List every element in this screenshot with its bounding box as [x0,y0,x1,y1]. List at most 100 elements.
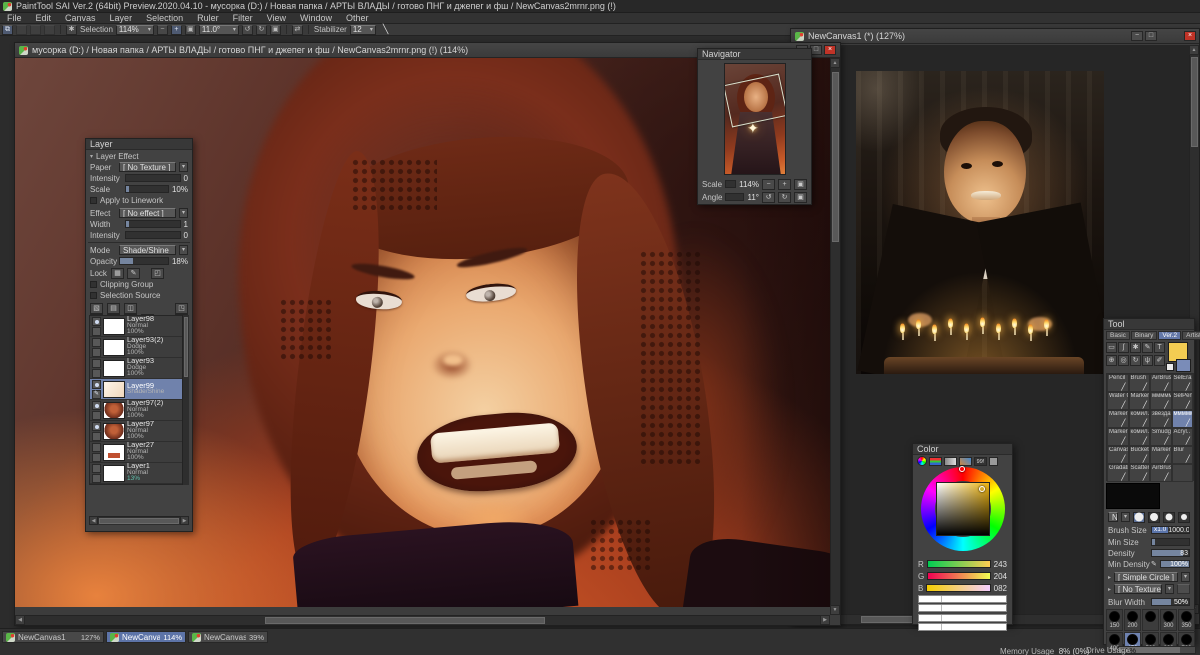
mixer-swatch-bar[interactable] [918,594,1007,603]
text-tool[interactable]: T [1154,342,1165,353]
visibility-eye-icon[interactable] [92,337,101,347]
brush-brush[interactable]: Brush ╱ [1128,374,1150,392]
color-wheel-icon[interactable] [917,456,927,466]
size-preset-250[interactable] [1142,609,1159,631]
mixer-swatch-bar[interactable] [918,613,1007,622]
lock-position-icon[interactable]: ◰ [151,267,164,279]
effect-select[interactable]: [ No effect ] [119,208,176,218]
mixer-swatch-bar[interactable] [918,604,1007,612]
brush-custom4-selected[interactable]: ммммм..╱ [1171,410,1193,428]
secondary-color-swatch[interactable] [1166,363,1174,371]
panel-option-button[interactable]: ◳ [175,302,188,314]
layer-thumbnail[interactable] [103,422,125,440]
nav-zoom-out-button[interactable]: − [762,178,775,190]
layer-row-layer1[interactable]: Layer1 Normal 13% [90,463,188,484]
layer-thumbnail[interactable] [103,359,125,377]
angle-reset-button[interactable]: ▣ [269,24,281,35]
size-preset-300[interactable]: 300 [1160,609,1177,631]
brush-scatter[interactable]: Scatter ╱ [1128,464,1150,482]
tool-tab-ver2[interactable]: Ver.2 [1158,331,1182,340]
mixer-swatch-bar[interactable] [918,623,1007,631]
layer-row-layer97[interactable]: Layer97 Normal 100% [90,421,188,442]
menu-ruler[interactable]: Ruler [190,13,226,24]
menu-other[interactable]: Other [339,13,376,24]
paper-select[interactable]: [ No Texture ] [119,162,176,172]
brush-custom2[interactable]: комил.. ╱ [1128,410,1150,428]
selection-mode-icon[interactable]: ✱ [66,24,77,35]
visibility-eye-icon[interactable] [92,358,101,368]
zoom-in-button[interactable]: + [170,24,182,35]
move-tool[interactable]: ⊕ [1106,355,1117,366]
zoom-tool[interactable]: ◎ [1118,355,1129,366]
layer-thumbnail[interactable] [103,464,125,482]
undo-button[interactable]: ⧉ [2,24,13,35]
brush-marker4[interactable]: Marker ╱ [1150,446,1172,464]
tertiary-color-swatch[interactable] [1176,359,1191,372]
menu-window[interactable]: Window [293,13,339,24]
b-slider[interactable] [926,584,991,592]
rotate-tool[interactable]: ↻ [1130,355,1141,366]
paint-mode-dropdown-icon[interactable]: ▾ [1121,512,1130,522]
brush-custom1[interactable]: ммммм..╱ [1150,392,1172,410]
clipping-group-checkbox[interactable] [90,280,97,288]
hsv-sliders-icon[interactable] [944,456,957,466]
hand-tool[interactable]: ψ [1142,355,1153,366]
navigator-title[interactable]: Navigator [698,49,811,60]
rotate-ccw-button[interactable]: ↺ [241,24,253,35]
minimize-button[interactable]: − [1131,31,1143,41]
texture-dropdown-icon[interactable]: ▾ [1165,584,1174,594]
brush-selera[interactable]: SelEra ╱ [1171,374,1193,392]
nav-rotate-ccw-button[interactable]: ↺ [762,191,775,203]
layer-row-layer93[interactable]: Layer93 Dodge 100% [90,358,188,379]
brush-marker1[interactable]: Marker ╱ [1128,392,1150,410]
density-slider[interactable]: 83 [1151,549,1190,557]
brush-watercolor[interactable]: Water Color╱ [1107,392,1129,410]
size-preset-150[interactable]: 150 [1106,609,1123,631]
layer-panel-title[interactable]: Layer [86,139,192,150]
blur-width-slider[interactable]: 50% [1151,598,1190,606]
angle-select[interactable]: 11.0° ▾ [198,24,239,35]
brush-blur[interactable]: Blur ╱ [1171,446,1193,464]
brush-texture-select[interactable]: [ No Texture ] [1114,584,1162,594]
eyedropper-tool[interactable]: ✐ [1154,355,1165,366]
new-layer-button[interactable]: ▧ [90,302,103,314]
nav-scale-slider[interactable] [725,180,737,188]
size-preset-350[interactable]: 350 [1178,609,1195,631]
tool-tab-artistic[interactable]: Artistic [1182,331,1200,340]
left-window-vscrollbar[interactable]: ▲ ▼ [830,58,840,615]
g-slider[interactable] [927,572,991,580]
shape-dropdown-icon[interactable]: ▾ [1181,572,1190,582]
visibility-eye-icon[interactable] [92,421,101,431]
layer-effect-section[interactable]: Layer Effect [96,152,139,161]
stabilizer-select[interactable]: 12 ▾ [349,24,376,35]
min-size-slider[interactable] [1151,538,1190,546]
magic-wand-tool[interactable]: ✱ [1130,342,1141,353]
rgb-sliders-icon[interactable] [929,456,942,466]
brush-tip-2[interactable] [1148,511,1160,523]
brush-selpen[interactable]: SelPen ╱ [1171,392,1193,410]
opacity-slider[interactable] [119,257,169,265]
hue-marker[interactable] [959,466,965,472]
navigator-view-rect[interactable] [725,73,785,128]
close-button[interactable]: × [1184,31,1196,41]
color-mixer-icon[interactable] [959,456,972,466]
brush-airbrush2[interactable]: AirBrush╱ [1150,464,1172,482]
layer-row-layer99-selected[interactable]: ✎ Layer99 Shade/Shine [90,379,188,400]
visibility-eye-icon[interactable] [92,442,101,452]
cut-button[interactable] [30,24,41,35]
brush-acryl[interactable]: Acryl.. ╱ [1171,428,1193,446]
menu-file[interactable]: File [0,13,29,24]
select-pen-tool[interactable]: ✎ [1142,342,1153,353]
brush-airbrush[interactable]: AirBrush╱ [1150,374,1172,392]
selection-source-checkbox[interactable] [90,291,97,299]
effect-dropdown-icon[interactable]: ▾ [179,208,188,218]
lock-pen-icon[interactable]: ✎ [127,267,140,279]
brush-size-slider[interactable]: x1.0 1000.0 [1151,526,1190,534]
menu-selection[interactable]: Selection [139,13,190,24]
intensity2-slider[interactable] [125,231,181,239]
rotate-cw-button[interactable]: ↻ [255,24,267,35]
visibility-eye-icon[interactable] [92,379,101,389]
size-unit-chip[interactable]: x1.0 [1152,527,1169,533]
left-window-hscrollbar[interactable]: ◀ ▶ [15,615,830,625]
menu-view[interactable]: View [260,13,293,24]
